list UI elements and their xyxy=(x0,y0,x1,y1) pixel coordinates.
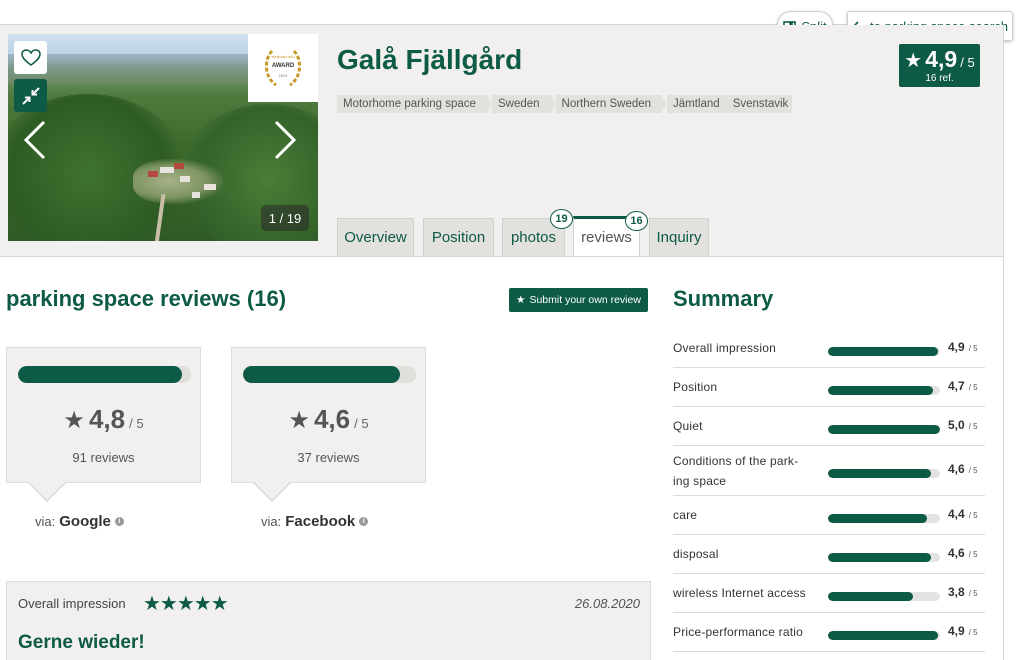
summary-label: Quiet xyxy=(673,418,703,433)
reviews-count-badge: 16 xyxy=(625,211,648,231)
facebook-source-name: Facebook xyxy=(285,513,356,530)
award-year: 2024 xyxy=(278,73,288,78)
summary-value: 5,0/ 5 xyxy=(948,417,978,432)
rating-badge: ★ 4,9 / 5 16 ref. xyxy=(899,44,980,87)
summary-bar xyxy=(828,630,940,640)
tab-reviews[interactable]: reviews 16 xyxy=(573,211,648,256)
summary-title: Summary xyxy=(673,286,774,311)
summary-label: Position xyxy=(673,379,718,394)
google-scale: / 5 xyxy=(129,416,144,431)
summary-value: 4,9/ 5 xyxy=(948,339,978,354)
tab-label: Overview xyxy=(344,229,407,246)
page-title: Galå Fjällgård xyxy=(337,44,523,75)
tab-overview[interactable]: Overview xyxy=(337,218,414,256)
star-icon: ★ xyxy=(904,50,923,72)
summary-row: disposal 4,6/ 5 xyxy=(673,535,985,574)
review-criterion: Overall impression xyxy=(18,596,126,611)
tab-label: photos xyxy=(510,229,557,246)
summary-label: Conditions of the park-ing space xyxy=(673,454,799,488)
compress-icon xyxy=(21,86,40,105)
award-brand: stellplatz.info xyxy=(271,54,295,59)
photo-counter: 1 / 19 xyxy=(261,205,309,231)
tab-position[interactable]: Position xyxy=(423,218,494,256)
summary-row: Price-performance ratio 4,9/ 5 xyxy=(673,613,985,652)
tab-label: Inquiry xyxy=(656,229,702,246)
rating-value: 4,9 xyxy=(925,46,958,72)
summary-row: Overall impression 4,9/ 5 xyxy=(673,329,985,368)
facebook-rating-bar xyxy=(243,366,416,383)
summary-value: 4,6/ 5 xyxy=(948,545,978,560)
summary-bar xyxy=(828,552,940,562)
breadcrumb-item[interactable]: Northern Sweden xyxy=(555,95,667,113)
submit-review-button[interactable]: ★ Submit your own review xyxy=(509,288,648,312)
summary-row: Quiet 5,0/ 5 xyxy=(673,407,985,446)
summary-row: Position 4,7/ 5 xyxy=(673,368,985,407)
summary-bar xyxy=(828,385,940,395)
previous-photo-icon[interactable] xyxy=(22,120,48,160)
info-icon[interactable]: i xyxy=(114,517,124,526)
facebook-scale: / 5 xyxy=(354,416,369,431)
facebook-source: via: Facebook i xyxy=(261,513,369,530)
breadcrumb-item[interactable]: Svenstavik xyxy=(726,95,793,113)
summary-label: care xyxy=(673,507,698,522)
review-title: Gerne wieder! xyxy=(18,632,145,653)
heart-icon xyxy=(20,48,41,66)
summary-value: 4,4/ 5 xyxy=(948,506,978,521)
tab-inquiry[interactable]: Inquiry xyxy=(649,218,709,256)
breadcrumb: Motorhome parking space Sweden Northern … xyxy=(337,95,798,113)
photos-count-badge: 19 xyxy=(550,209,573,229)
submit-review-label: Submit your own review xyxy=(529,294,641,306)
facebook-score: 4,6 xyxy=(313,404,351,434)
summary-row: care 4,4/ 5 xyxy=(673,496,985,535)
facebook-rating-card: ★ 4,6 / 5 37 reviews xyxy=(231,347,426,502)
summary-bar xyxy=(828,346,940,356)
favorite-button[interactable] xyxy=(14,41,47,74)
reviews-title: parking space reviews (16) xyxy=(6,286,287,311)
review-item: Overall impression ★★★★★ 26.08.2020 Gern… xyxy=(6,581,651,660)
next-photo-icon[interactable] xyxy=(272,120,298,160)
summary-bar xyxy=(828,424,940,434)
breadcrumb-item[interactable]: Sweden xyxy=(491,95,556,113)
summary-label: disposal xyxy=(673,546,719,561)
summary-label: wireless Internet access xyxy=(673,585,806,600)
summary-bar xyxy=(828,591,940,601)
tab-label: Position xyxy=(431,229,486,246)
award-badge: stellplatz.info AWARD 2024 xyxy=(248,34,318,102)
rating-count: 16 ref. xyxy=(925,73,954,84)
google-source-name: Google xyxy=(59,513,111,530)
tab-label: reviews xyxy=(581,229,632,246)
summary-value: 4,7/ 5 xyxy=(948,378,978,393)
review-date: 26.08.2020 xyxy=(574,596,640,611)
summary-value: 4,9/ 5 xyxy=(948,623,978,638)
google-rating-card: ★ 4,8 / 5 91 reviews xyxy=(6,347,201,502)
tab-photos[interactable]: photos 19 xyxy=(502,209,573,256)
collapse-button[interactable] xyxy=(14,79,47,112)
summary-row: Conditions of the park-ing space 4,6/ 5 xyxy=(673,446,985,496)
google-rating-bar xyxy=(18,366,191,383)
info-icon[interactable]: i xyxy=(359,517,369,526)
award-label: AWARD xyxy=(271,63,295,69)
summary-bar xyxy=(828,513,940,523)
facebook-review-count: 37 reviews xyxy=(297,450,360,465)
breadcrumb-item[interactable]: Motorhome parking space xyxy=(337,95,492,113)
summary-label: Overall impression xyxy=(673,340,776,355)
summary-bar xyxy=(828,469,940,478)
summary-row: wireless Internet access 3,8/ 5 xyxy=(673,574,985,613)
star-icon: ★ xyxy=(516,294,526,306)
rating-scale: / 5 xyxy=(960,55,975,70)
star-icon: ★ xyxy=(63,407,85,434)
summary-label: Price-performance ratio xyxy=(673,624,803,639)
star-icon: ★ xyxy=(288,407,310,434)
review-stars: ★★★★★ xyxy=(143,593,229,615)
google-source: via: Google i xyxy=(35,513,124,530)
google-review-count: 91 reviews xyxy=(72,450,135,465)
summary-value: 3,8/ 5 xyxy=(948,584,978,599)
summary-value: 4,6/ 5 xyxy=(948,462,978,476)
breadcrumb-item[interactable]: Jämtland xyxy=(667,95,732,113)
google-score: 4,8 xyxy=(88,404,126,434)
